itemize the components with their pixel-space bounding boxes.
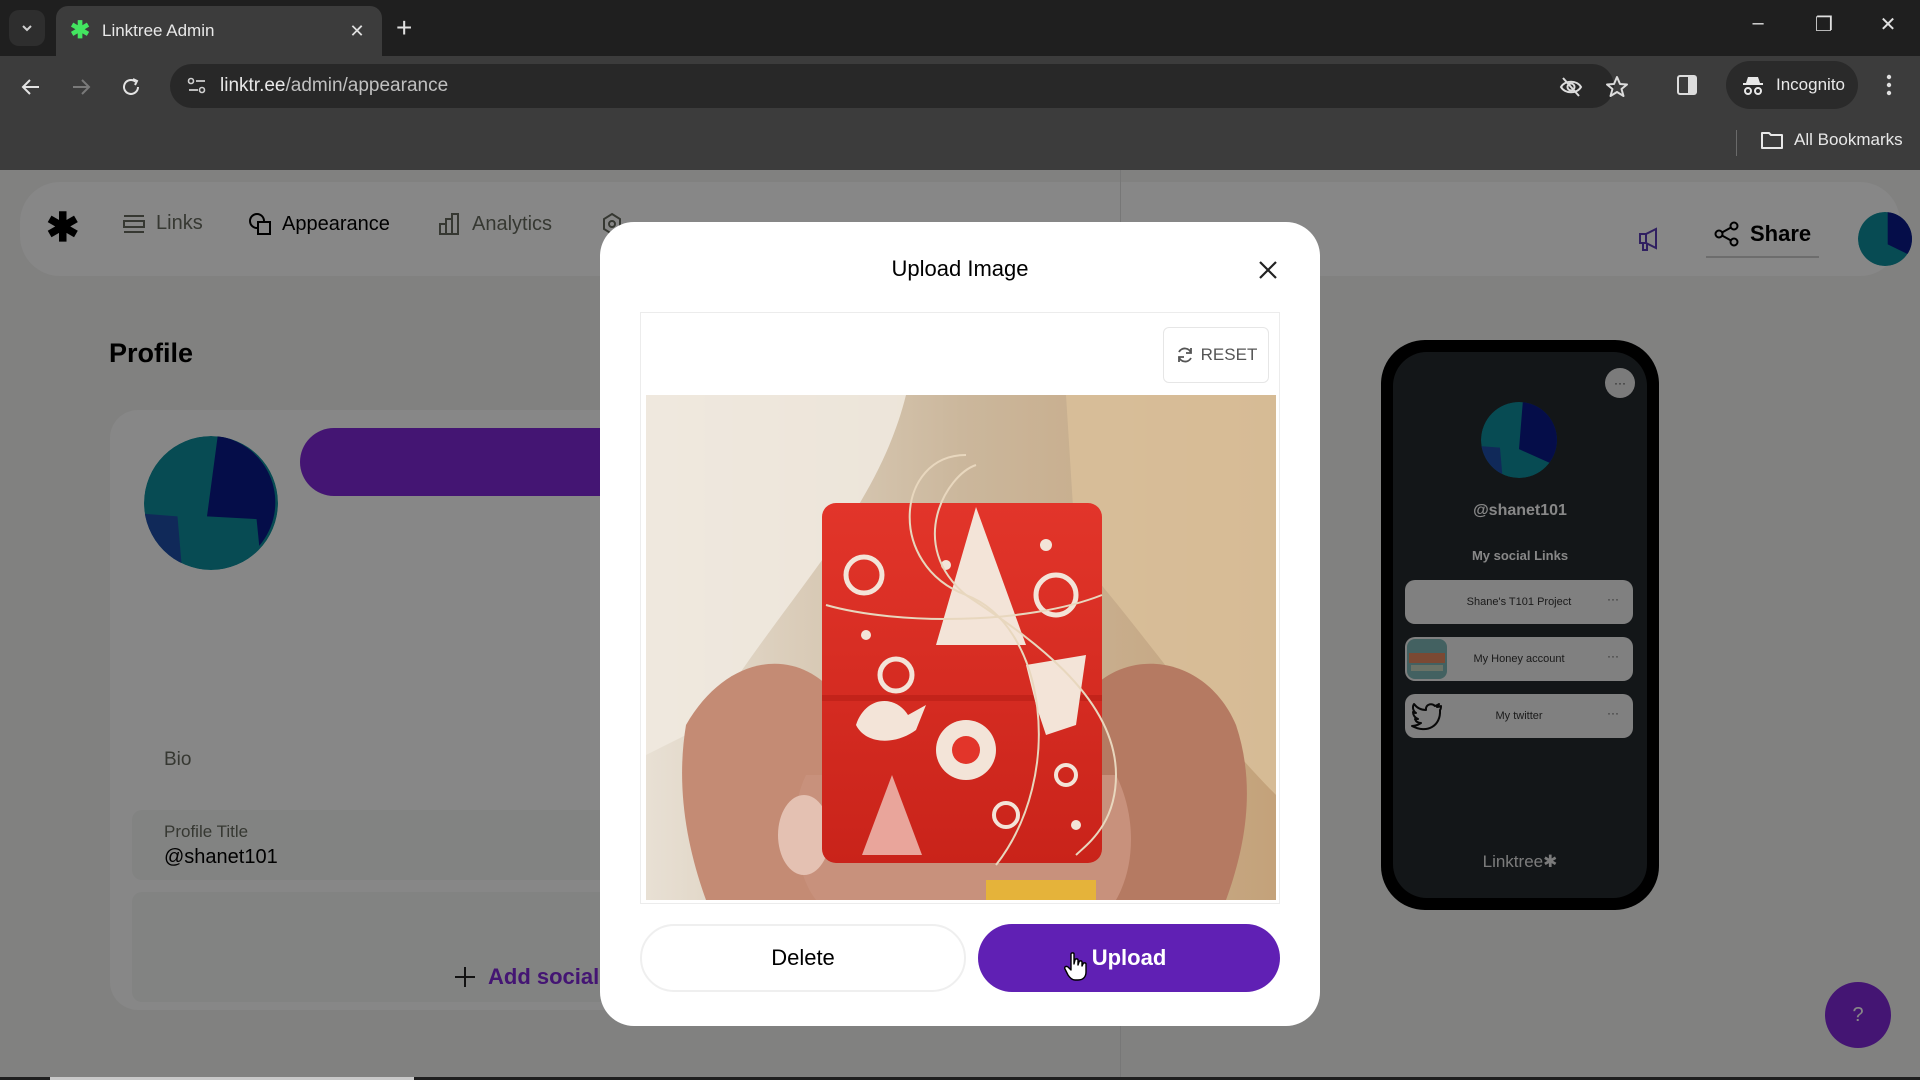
close-icon[interactable] <box>1252 254 1284 286</box>
all-bookmarks-label: All Bookmarks <box>1794 130 1903 149</box>
url-text: linktr.ee/admin/appearance <box>220 75 449 96</box>
uploaded-gift-image[interactable] <box>646 395 1276 900</box>
linktree-favicon-icon: ✱ <box>70 17 91 44</box>
image-crop-area[interactable]: RESET <box>640 312 1280 904</box>
browser-menu-icon[interactable] <box>1876 72 1902 98</box>
all-bookmarks-button[interactable]: All Bookmarks <box>1760 130 1903 150</box>
upload-image-modal: Upload Image RESET Delete Upload <box>600 222 1320 1026</box>
refresh-icon <box>1177 347 1192 363</box>
tab-search-button[interactable] <box>9 10 45 46</box>
browser-tab-bar: ✱ Linktree Admin ✕ + – ❐ ✕ <box>0 0 1920 56</box>
chevron-down-icon <box>22 25 32 32</box>
address-bar[interactable]: linktr.ee/admin/appearance <box>170 64 1628 108</box>
eye-off-icon[interactable] <box>1558 74 1584 100</box>
folder-icon <box>1761 132 1783 149</box>
browser-tab-active[interactable]: ✱ Linktree Admin ✕ <box>56 6 382 56</box>
tab-title: Linktree Admin <box>102 21 215 40</box>
bookmark-star-icon[interactable] <box>1604 74 1630 100</box>
incognito-icon <box>1743 77 1763 95</box>
incognito-indicator[interactable]: Incognito <box>1726 61 1858 109</box>
back-button[interactable] <box>16 72 46 102</box>
new-tab-button[interactable]: + <box>396 13 412 43</box>
reset-button[interactable]: RESET <box>1163 327 1269 383</box>
site-info-icon[interactable] <box>182 72 212 100</box>
reload-button[interactable] <box>116 72 146 102</box>
browser-toolbar: linktr.ee/admin/appearance Incognito <box>0 56 1920 116</box>
bookmarks-bar: All Bookmarks <box>0 116 1920 170</box>
forward-button[interactable] <box>66 72 96 102</box>
window-restore-button[interactable]: ❐ <box>1806 12 1842 37</box>
arrow-right-icon <box>73 79 91 95</box>
arrow-left-icon <box>21 79 39 95</box>
side-panel-icon[interactable] <box>1676 74 1702 100</box>
incognito-label: Incognito <box>1776 75 1845 94</box>
bookmarks-separator <box>1736 130 1737 156</box>
tab-close-icon[interactable]: ✕ <box>346 21 368 42</box>
window-minimize-button[interactable]: – <box>1740 12 1776 35</box>
window-close-button[interactable]: ✕ <box>1870 12 1906 37</box>
upload-button[interactable]: Upload <box>978 924 1280 992</box>
hand-pointer-cursor-icon <box>1064 952 1088 982</box>
delete-button[interactable]: Delete <box>640 924 966 992</box>
reload-icon <box>123 78 139 95</box>
modal-title: Upload Image <box>891 256 1029 281</box>
